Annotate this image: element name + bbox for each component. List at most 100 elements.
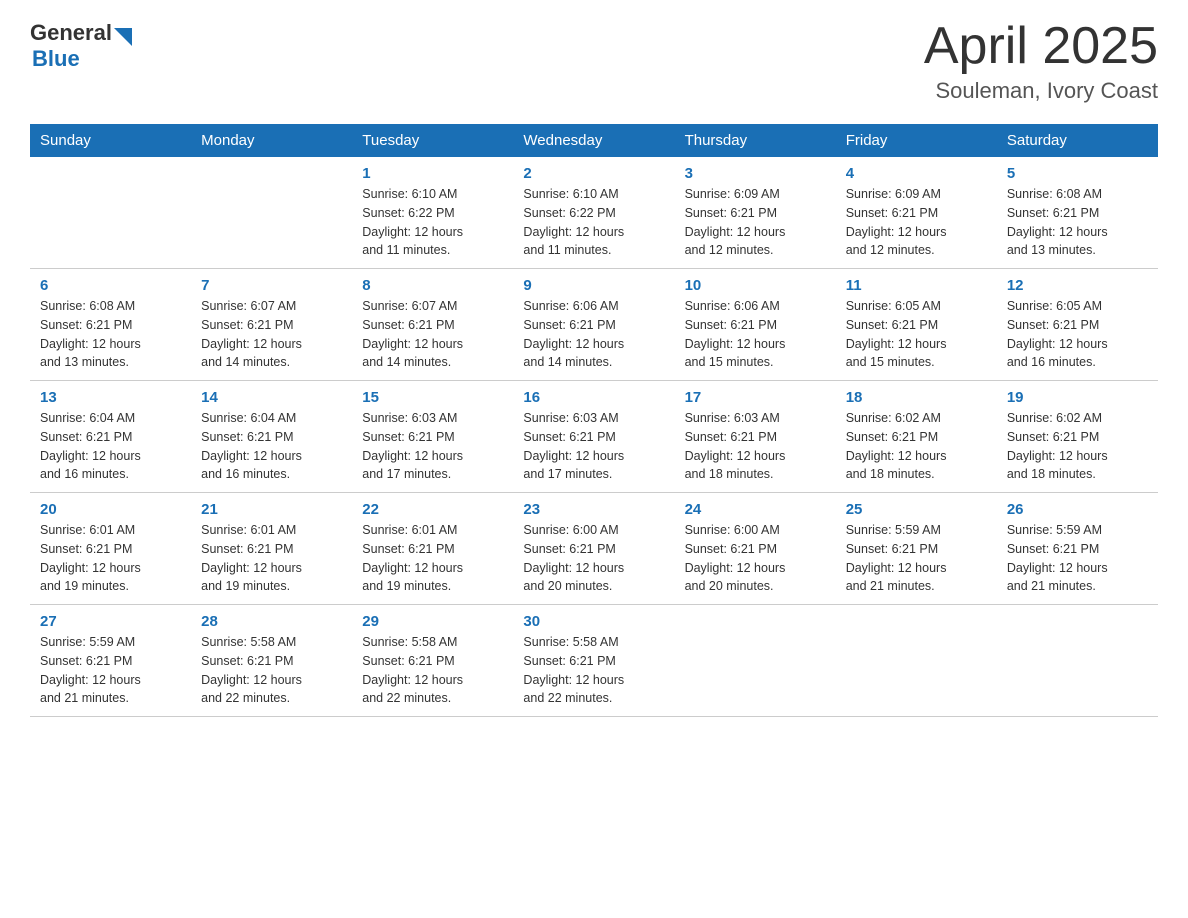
day-info: Sunrise: 6:08 AM Sunset: 6:21 PM Dayligh… <box>40 297 181 372</box>
logo-general-text: General <box>30 20 112 46</box>
calendar-week-row: 13 Sunrise: 6:04 AM Sunset: 6:21 PM Dayli… <box>30 381 1158 493</box>
calendar-cell: 27 Sunrise: 5:59 AM Sunset: 6:21 PM Dayli… <box>30 605 191 717</box>
calendar-cell: 12Sunrise: 6:05 AM Sunset: 6:21 PM Dayli… <box>997 269 1158 381</box>
day-info: Sunrise: 5:58 AM Sunset: 6:21 PM Dayligh… <box>201 633 342 708</box>
day-info: Sunrise: 5:58 AM Sunset: 6:21 PM Dayligh… <box>523 633 664 708</box>
day-number: 17 <box>685 389 826 406</box>
calendar-cell <box>997 605 1158 717</box>
day-number: 21 <box>201 501 342 518</box>
day-info: Sunrise: 6:00 AM Sunset: 6:21 PM Dayligh… <box>523 521 664 596</box>
day-info: Sunrise: 6:07 AM Sunset: 6:21 PM Dayligh… <box>362 297 503 372</box>
day-info: Sunrise: 6:10 AM Sunset: 6:22 PM Dayligh… <box>362 185 503 260</box>
day-number: 27 <box>40 613 181 630</box>
day-info: Sunrise: 6:10 AM Sunset: 6:22 PM Dayligh… <box>523 185 664 260</box>
day-info: Sunrise: 6:07 AM Sunset: 6:21 PM Dayligh… <box>201 297 342 372</box>
day-number: 7 <box>201 277 342 294</box>
day-number: 14 <box>201 389 342 406</box>
calendar-cell: 17Sunrise: 6:03 AM Sunset: 6:21 PM Dayli… <box>675 381 836 493</box>
day-number: 3 <box>685 165 826 182</box>
calendar-cell: 16 Sunrise: 6:03 AM Sunset: 6:21 PM Dayli… <box>513 381 674 493</box>
calendar-cell: 7 Sunrise: 6:07 AM Sunset: 6:21 PM Daylig… <box>191 269 352 381</box>
calendar-cell: 24 Sunrise: 6:00 AM Sunset: 6:21 PM Dayli… <box>675 493 836 605</box>
calendar-cell: 2 Sunrise: 6:10 AM Sunset: 6:22 PM Daylig… <box>513 157 674 269</box>
calendar-week-row: 27 Sunrise: 5:59 AM Sunset: 6:21 PM Dayli… <box>30 605 1158 717</box>
day-number: 8 <box>362 277 503 294</box>
logo-triangle-icon <box>114 28 132 46</box>
calendar-cell: 18Sunrise: 6:02 AM Sunset: 6:21 PM Dayli… <box>836 381 997 493</box>
calendar-cell: 15 Sunrise: 6:03 AM Sunset: 6:21 PM Dayli… <box>352 381 513 493</box>
day-number: 9 <box>523 277 664 294</box>
day-number: 22 <box>362 501 503 518</box>
calendar-cell <box>191 157 352 269</box>
day-info: Sunrise: 6:05 AM Sunset: 6:21 PM Dayligh… <box>1007 297 1148 372</box>
day-number: 29 <box>362 613 503 630</box>
day-info: Sunrise: 6:01 AM Sunset: 6:21 PM Dayligh… <box>40 521 181 596</box>
calendar-week-row: 1 Sunrise: 6:10 AM Sunset: 6:22 PM Daylig… <box>30 157 1158 269</box>
logo: General Blue <box>30 20 132 72</box>
calendar-cell: 22 Sunrise: 6:01 AM Sunset: 6:21 PM Dayli… <box>352 493 513 605</box>
calendar-cell: 29 Sunrise: 5:58 AM Sunset: 6:21 PM Dayli… <box>352 605 513 717</box>
calendar-table: SundayMondayTuesdayWednesdayThursdayFrid… <box>30 124 1158 717</box>
calendar-cell: 6 Sunrise: 6:08 AM Sunset: 6:21 PM Daylig… <box>30 269 191 381</box>
location-title: Souleman, Ivory Coast <box>924 78 1158 104</box>
day-number: 20 <box>40 501 181 518</box>
day-info: Sunrise: 6:03 AM Sunset: 6:21 PM Dayligh… <box>362 409 503 484</box>
calendar-cell: 26Sunrise: 5:59 AM Sunset: 6:21 PM Dayli… <box>997 493 1158 605</box>
column-header-friday: Friday <box>836 124 997 157</box>
day-info: Sunrise: 6:08 AM Sunset: 6:21 PM Dayligh… <box>1007 185 1148 260</box>
day-info: Sunrise: 5:59 AM Sunset: 6:21 PM Dayligh… <box>40 633 181 708</box>
day-info: Sunrise: 6:01 AM Sunset: 6:21 PM Dayligh… <box>201 521 342 596</box>
day-info: Sunrise: 5:59 AM Sunset: 6:21 PM Dayligh… <box>1007 521 1148 596</box>
calendar-cell: 10 Sunrise: 6:06 AM Sunset: 6:21 PM Dayli… <box>675 269 836 381</box>
calendar-cell: 14 Sunrise: 6:04 AM Sunset: 6:21 PM Dayli… <box>191 381 352 493</box>
calendar-cell: 1 Sunrise: 6:10 AM Sunset: 6:22 PM Daylig… <box>352 157 513 269</box>
day-info: Sunrise: 6:09 AM Sunset: 6:21 PM Dayligh… <box>685 185 826 260</box>
calendar-cell: 30 Sunrise: 5:58 AM Sunset: 6:21 PM Dayli… <box>513 605 674 717</box>
day-info: Sunrise: 6:01 AM Sunset: 6:21 PM Dayligh… <box>362 521 503 596</box>
day-info: Sunrise: 5:58 AM Sunset: 6:21 PM Dayligh… <box>362 633 503 708</box>
day-number: 28 <box>201 613 342 630</box>
calendar-week-row: 6 Sunrise: 6:08 AM Sunset: 6:21 PM Daylig… <box>30 269 1158 381</box>
day-number: 4 <box>846 165 987 182</box>
day-number: 6 <box>40 277 181 294</box>
day-number: 1 <box>362 165 503 182</box>
calendar-cell <box>675 605 836 717</box>
day-info: Sunrise: 6:06 AM Sunset: 6:21 PM Dayligh… <box>685 297 826 372</box>
calendar-cell <box>30 157 191 269</box>
column-header-tuesday: Tuesday <box>352 124 513 157</box>
day-number: 18 <box>846 389 987 406</box>
day-number: 11 <box>846 277 987 294</box>
day-number: 24 <box>685 501 826 518</box>
day-number: 25 <box>846 501 987 518</box>
day-number: 13 <box>40 389 181 406</box>
calendar-cell: 28 Sunrise: 5:58 AM Sunset: 6:21 PM Dayli… <box>191 605 352 717</box>
calendar-cell: 25Sunrise: 5:59 AM Sunset: 6:21 PM Dayli… <box>836 493 997 605</box>
calendar-cell: 11 Sunrise: 6:05 AM Sunset: 6:21 PM Dayli… <box>836 269 997 381</box>
calendar-cell: 9Sunrise: 6:06 AM Sunset: 6:21 PM Daylig… <box>513 269 674 381</box>
logo-blue-text: Blue <box>32 46 132 72</box>
column-header-wednesday: Wednesday <box>513 124 674 157</box>
day-number: 16 <box>523 389 664 406</box>
day-number: 19 <box>1007 389 1148 406</box>
day-info: Sunrise: 6:04 AM Sunset: 6:21 PM Dayligh… <box>201 409 342 484</box>
day-info: Sunrise: 6:09 AM Sunset: 6:21 PM Dayligh… <box>846 185 987 260</box>
day-number: 30 <box>523 613 664 630</box>
day-number: 15 <box>362 389 503 406</box>
title-section: April 2025 Souleman, Ivory Coast <box>924 20 1158 104</box>
calendar-cell: 20 Sunrise: 6:01 AM Sunset: 6:21 PM Dayli… <box>30 493 191 605</box>
calendar-cell: 4 Sunrise: 6:09 AM Sunset: 6:21 PM Daylig… <box>836 157 997 269</box>
day-info: Sunrise: 6:00 AM Sunset: 6:21 PM Dayligh… <box>685 521 826 596</box>
day-number: 10 <box>685 277 826 294</box>
column-header-sunday: Sunday <box>30 124 191 157</box>
day-info: Sunrise: 6:03 AM Sunset: 6:21 PM Dayligh… <box>523 409 664 484</box>
calendar-cell: 13 Sunrise: 6:04 AM Sunset: 6:21 PM Dayli… <box>30 381 191 493</box>
day-info: Sunrise: 6:05 AM Sunset: 6:21 PM Dayligh… <box>846 297 987 372</box>
calendar-week-row: 20 Sunrise: 6:01 AM Sunset: 6:21 PM Dayli… <box>30 493 1158 605</box>
page-header: General Blue April 2025 Souleman, Ivory … <box>30 20 1158 104</box>
calendar-cell <box>836 605 997 717</box>
day-info: Sunrise: 6:04 AM Sunset: 6:21 PM Dayligh… <box>40 409 181 484</box>
day-number: 5 <box>1007 165 1148 182</box>
day-number: 2 <box>523 165 664 182</box>
column-header-thursday: Thursday <box>675 124 836 157</box>
calendar-cell: 19Sunrise: 6:02 AM Sunset: 6:21 PM Dayli… <box>997 381 1158 493</box>
